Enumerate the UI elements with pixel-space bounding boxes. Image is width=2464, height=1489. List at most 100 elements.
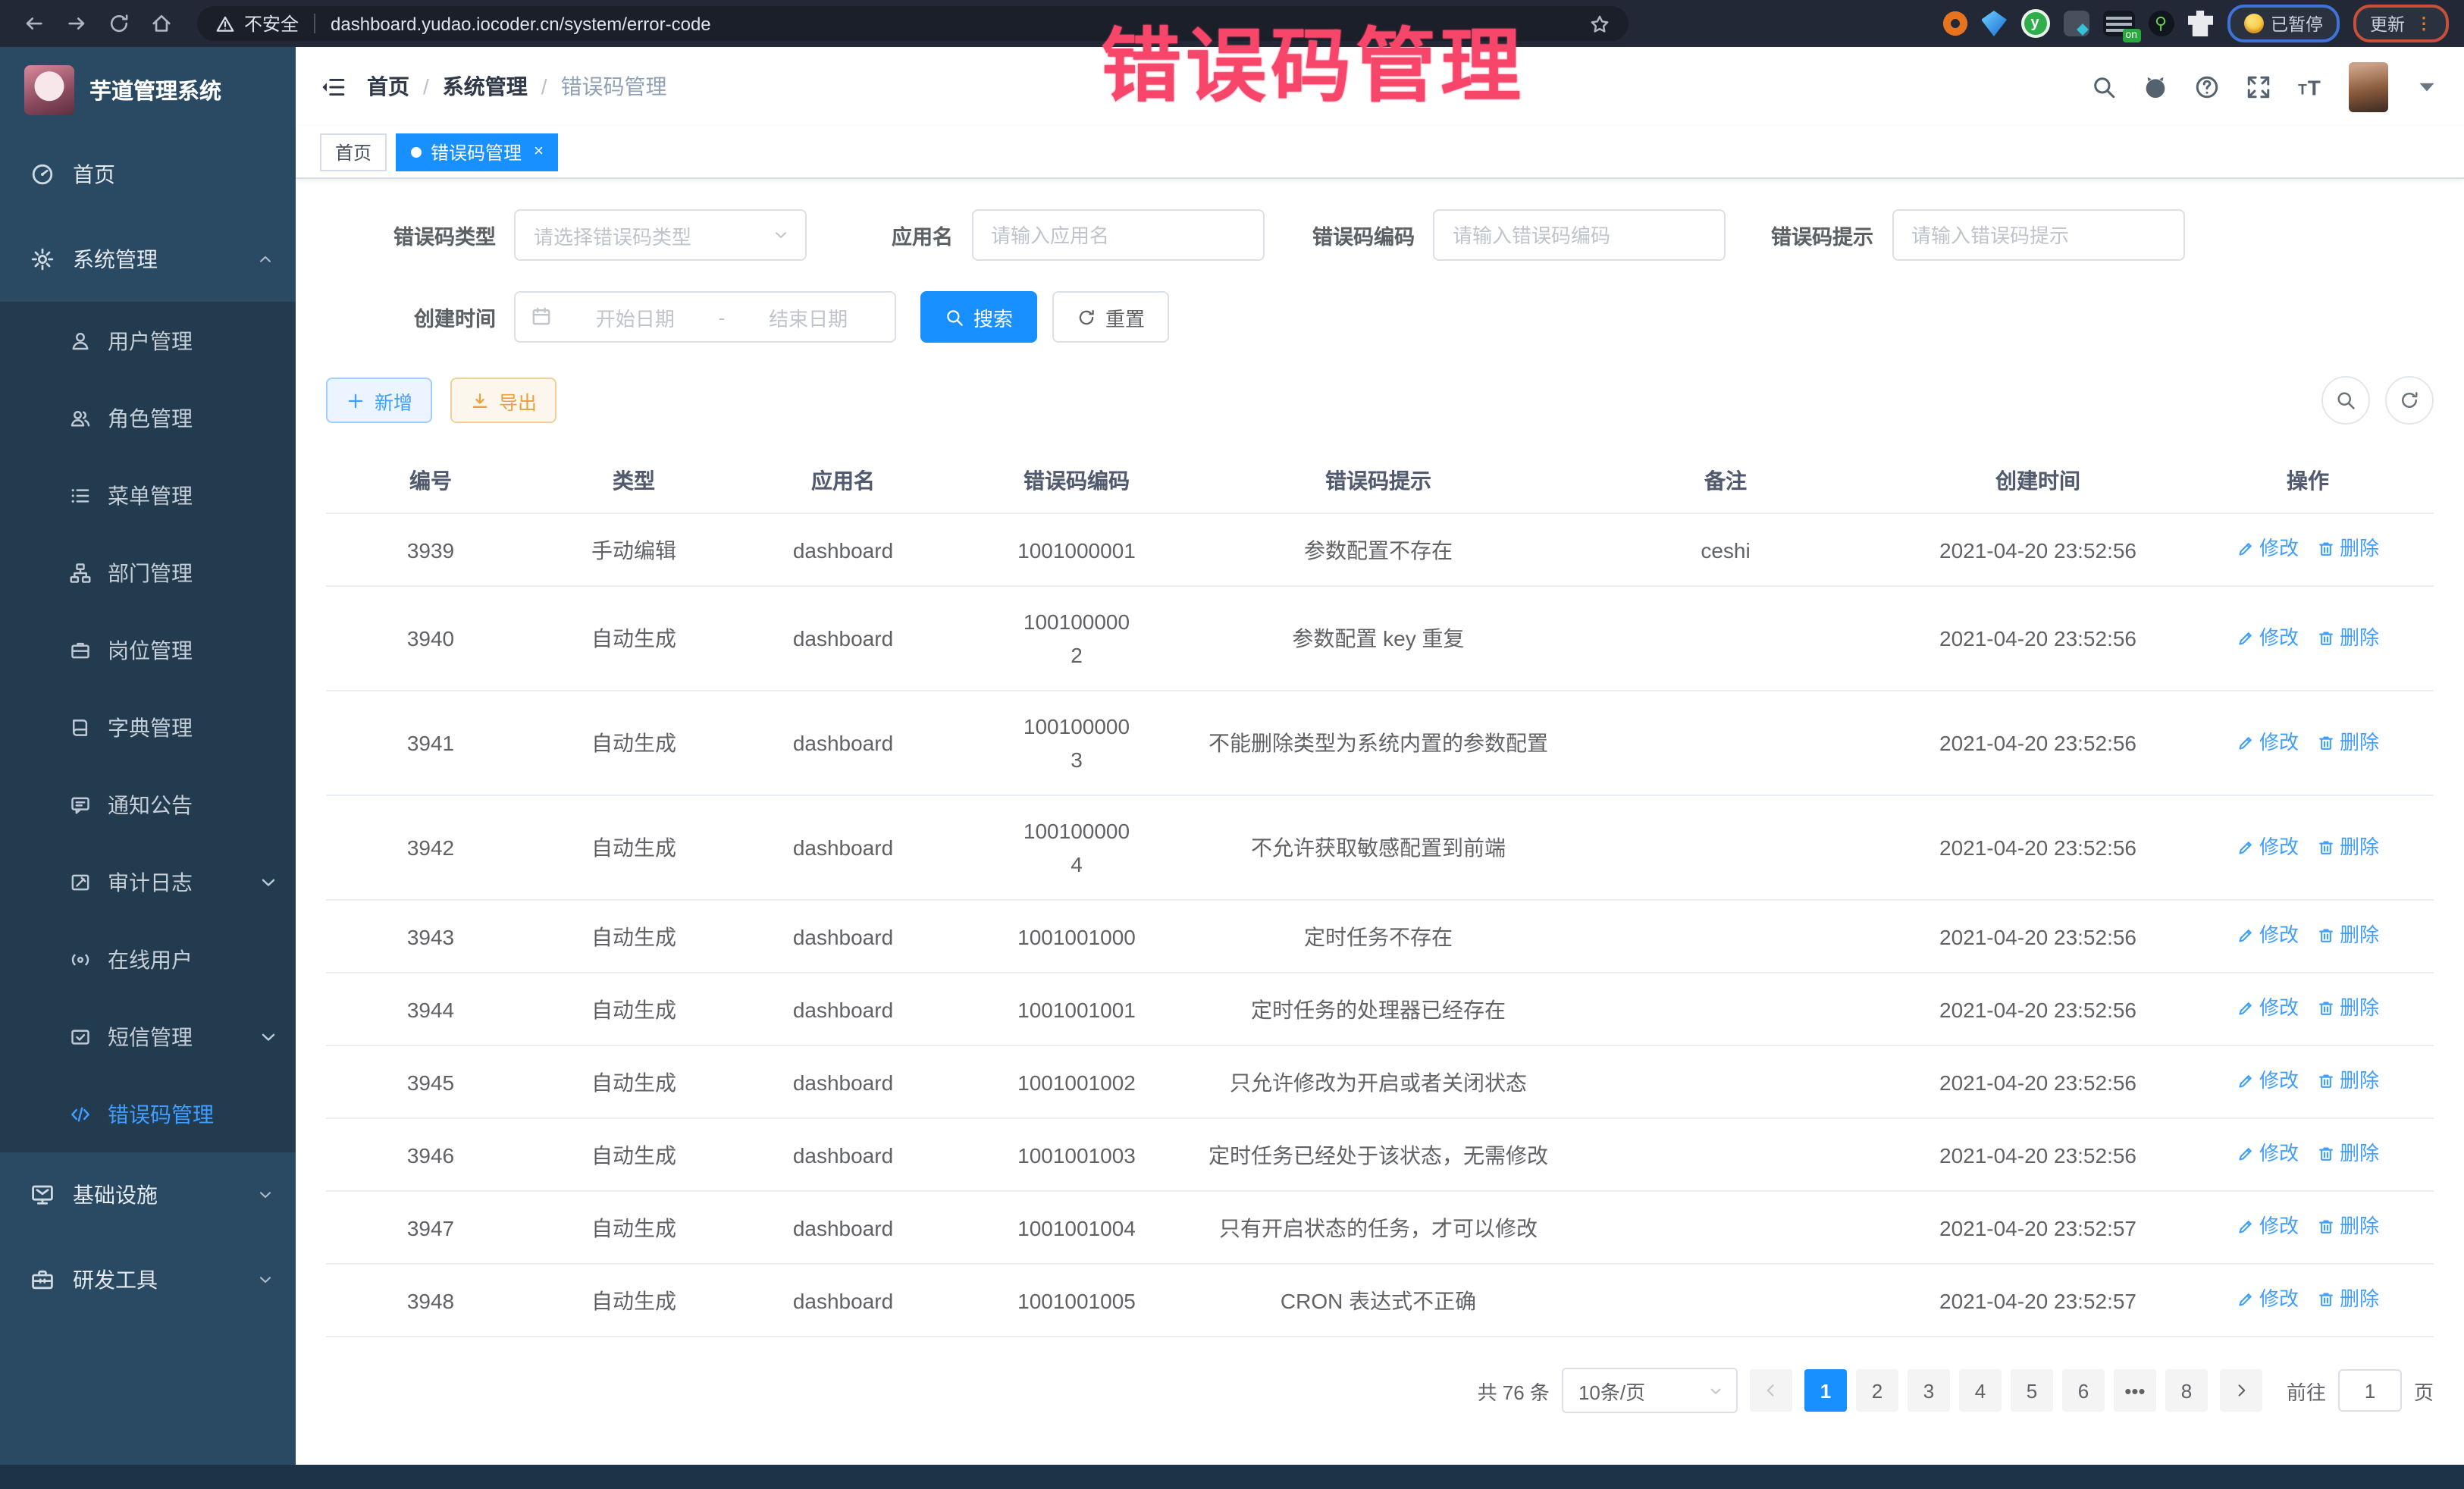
- delete-link[interactable]: 删除: [2317, 830, 2379, 864]
- browser-back-icon[interactable]: [15, 5, 52, 42]
- sidebar-item-online[interactable]: 在线用户: [0, 920, 296, 998]
- delete-link[interactable]: 删除: [2317, 1210, 2379, 1243]
- help-icon[interactable]: [2194, 74, 2220, 99]
- add-button[interactable]: 新增: [326, 378, 432, 423]
- page-button-1[interactable]: 1: [1804, 1369, 1847, 1412]
- trash-icon: [2317, 1072, 2335, 1090]
- sidebar-item-label: 研发工具: [73, 1265, 158, 1295]
- edit-link[interactable]: 修改: [2237, 621, 2299, 654]
- page-size-select[interactable]: 10条/页: [1562, 1368, 1738, 1413]
- export-button[interactable]: 导出: [450, 378, 556, 423]
- key-extension-icon[interactable]: ⚲: [2148, 11, 2174, 36]
- edit-link[interactable]: 修改: [2237, 1137, 2299, 1171]
- error-code-input[interactable]: [1433, 209, 1726, 261]
- next-page-button[interactable]: [2220, 1369, 2262, 1412]
- toggle-search-button[interactable]: [2321, 376, 2370, 425]
- sidebar-item-badge[interactable]: 岗位管理: [0, 611, 296, 688]
- logo-image: [24, 64, 74, 114]
- delete-link[interactable]: 删除: [2317, 726, 2379, 759]
- sidebar-item-users[interactable]: 角色管理: [0, 379, 296, 456]
- gem-extension-icon[interactable]: [1981, 11, 2007, 36]
- error-tip-input[interactable]: [1892, 209, 2184, 261]
- page-button-8[interactable]: 8: [2165, 1369, 2208, 1412]
- breadcrumb-item[interactable]: 系统管理: [443, 71, 528, 102]
- app-logo[interactable]: 芋道管理系统: [0, 47, 296, 132]
- sidebar-item-sms[interactable]: 短信管理: [0, 998, 296, 1075]
- sidebar-item-code[interactable]: 错误码管理: [0, 1075, 296, 1152]
- sidebar-item-tools[interactable]: 研发工具: [0, 1237, 296, 1322]
- date-range-picker[interactable]: 开始日期 - 结束日期: [514, 291, 896, 343]
- search-button[interactable]: 搜索: [920, 291, 1037, 343]
- sidebar-item-label: 岗位管理: [108, 635, 193, 665]
- paused-badge[interactable]: 已暂停: [2227, 5, 2340, 42]
- sidebar-collapse-icon[interactable]: [320, 74, 346, 99]
- address-bar[interactable]: 不安全 dashboard.yudao.iocoder.cn/system/er…: [197, 6, 1629, 41]
- user-avatar[interactable]: [2349, 61, 2388, 111]
- edit-link[interactable]: 修改: [2237, 919, 2299, 952]
- pencil-icon: [2237, 999, 2255, 1017]
- delete-link[interactable]: 删除: [2317, 621, 2379, 654]
- breadcrumb-item[interactable]: 首页: [367, 71, 409, 102]
- edit-link[interactable]: 修改: [2237, 1283, 2299, 1316]
- orange-ring-extension-icon[interactable]: [1942, 11, 1967, 36]
- chevron-down-icon[interactable]: [2414, 74, 2440, 99]
- bookmark-star-icon[interactable]: [1589, 11, 1610, 36]
- cell-code: 1001001003: [954, 1118, 1199, 1191]
- browser-home-icon[interactable]: [143, 5, 179, 42]
- update-button[interactable]: 更新⋮: [2353, 5, 2449, 42]
- edit-link[interactable]: 修改: [2237, 532, 2299, 566]
- refresh-table-button[interactable]: [2385, 376, 2434, 425]
- page-ellipsis[interactable]: •••: [2114, 1369, 2156, 1412]
- prev-page-button[interactable]: [1750, 1369, 1792, 1412]
- download-icon: [470, 390, 490, 410]
- edit-link[interactable]: 修改: [2237, 726, 2299, 759]
- delete-link[interactable]: 删除: [2317, 992, 2379, 1025]
- sidebar-item-user[interactable]: 用户管理: [0, 302, 296, 379]
- page-button-6[interactable]: 6: [2062, 1369, 2105, 1412]
- green-y-extension-icon[interactable]: y: [2020, 9, 2049, 38]
- page-button-5[interactable]: 5: [2011, 1369, 2053, 1412]
- arrow-left-icon: [1762, 1381, 1780, 1400]
- delete-link[interactable]: 删除: [2317, 919, 2379, 952]
- edit-link[interactable]: 修改: [2237, 830, 2299, 864]
- grid-extension-icon[interactable]: [2063, 11, 2089, 36]
- delete-link[interactable]: 删除: [2317, 1283, 2379, 1316]
- cell-code: 1001000004: [954, 795, 1199, 900]
- page-button-4[interactable]: 4: [1959, 1369, 2002, 1412]
- browser-forward-icon[interactable]: [58, 5, 94, 42]
- kebab-menu-icon[interactable]: ⋮: [2415, 16, 2432, 31]
- tab-active[interactable]: 错误码管理×: [396, 133, 559, 171]
- error-type-select[interactable]: 请选择错误码类型: [514, 209, 807, 261]
- tab-item[interactable]: 首页: [320, 133, 387, 171]
- close-tab-icon[interactable]: ×: [534, 143, 544, 161]
- delete-link[interactable]: 删除: [2317, 1137, 2379, 1171]
- sidebar-item-menu-list[interactable]: 菜单管理: [0, 456, 296, 534]
- app-name-input[interactable]: [971, 209, 1264, 261]
- delete-link[interactable]: 删除: [2317, 1064, 2379, 1098]
- page-button-2[interactable]: 2: [1856, 1369, 1898, 1412]
- sidebar-item-log[interactable]: 审计日志: [0, 843, 296, 920]
- sidebar-item-megaphone[interactable]: 通知公告: [0, 766, 296, 843]
- github-icon[interactable]: [2143, 74, 2168, 99]
- sidebar-item-infra[interactable]: 基础设施: [0, 1152, 296, 1237]
- sidebar-item-org-tree[interactable]: 部门管理: [0, 534, 296, 611]
- sidebar-item-dashboard[interactable]: 首页: [0, 132, 296, 217]
- delete-link[interactable]: 删除: [2317, 532, 2379, 566]
- puzzle-extension-icon[interactable]: [2187, 11, 2213, 36]
- edit-link[interactable]: 修改: [2237, 992, 2299, 1025]
- sms-icon: [70, 1026, 91, 1047]
- fullscreen-icon[interactable]: [2246, 74, 2271, 99]
- fontsize-icon[interactable]: TT: [2297, 74, 2323, 99]
- edit-link[interactable]: 修改: [2237, 1064, 2299, 1098]
- sidebar-item-gear[interactable]: 系统管理: [0, 217, 296, 302]
- page-button-3[interactable]: 3: [1908, 1369, 1950, 1412]
- list-on-extension-icon[interactable]: on: [2102, 11, 2134, 36]
- browser-reload-icon[interactable]: [100, 5, 136, 42]
- edit-link[interactable]: 修改: [2237, 1210, 2299, 1243]
- goto-page-input[interactable]: [2338, 1369, 2402, 1412]
- sidebar-item-book[interactable]: 字典管理: [0, 688, 296, 766]
- cell-code: 1001000003: [954, 691, 1199, 795]
- cell-remark: [1557, 1264, 1894, 1337]
- search-icon[interactable]: [2091, 74, 2117, 99]
- reset-button[interactable]: 重置: [1052, 291, 1169, 343]
